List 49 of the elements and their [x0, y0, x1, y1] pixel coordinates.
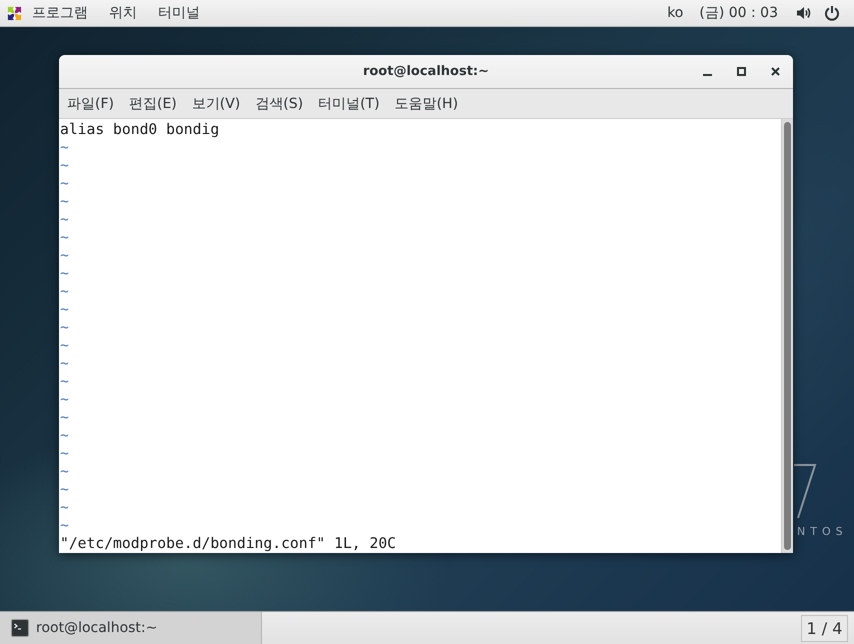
empty-line-marker: ~ [60, 481, 69, 499]
empty-line-marker: ~ [60, 427, 69, 445]
empty-line-marker: ~ [60, 265, 69, 283]
power-icon[interactable] [824, 5, 840, 21]
terminal-area[interactable]: alias bond0 bondig ~ ~ ~ ~ ~ ~ ~ ~ ~ ~ ~ ~ ~ ~ ~ ~ ~ ~ ~ ~ ~ ~ "/etc/modprobe.d/bonding.conf" 1L, 20C [59, 119, 781, 553]
empty-line-marker: ~ [60, 517, 69, 535]
window-title: root@localhost:~ [362, 64, 490, 79]
taskbar-button[interactable]: root@localhost:~ [0, 612, 262, 644]
menu-item[interactable]: 도움말(H) [390, 92, 462, 114]
top-menu-item[interactable]: 위치 [107, 3, 139, 23]
volume-icon[interactable] [796, 5, 812, 21]
empty-line-marker: ~ [60, 301, 69, 319]
empty-line-marker: ~ [60, 391, 69, 409]
empty-line-marker: ~ [60, 445, 69, 463]
status-message: "/etc/modprobe.d/bonding.conf" 1L, 20C [60, 535, 396, 553]
menu-item[interactable]: 보기(V) [188, 92, 244, 114]
empty-line-marker: ~ [60, 211, 69, 229]
logo-drawing [794, 463, 818, 519]
wallpaper-logo-text: NTOS [797, 525, 848, 538]
empty-line-marker: ~ [60, 175, 69, 193]
top-menu-item[interactable]: 터미널 [156, 3, 202, 23]
menu-item[interactable]: 터미널(T) [314, 92, 384, 114]
empty-line-marker: ~ [60, 319, 69, 337]
keyboard-layout[interactable]: ko [667, 5, 684, 21]
scrollbar-thumb[interactable] [784, 122, 791, 550]
menu-item[interactable]: 편집(E) [124, 92, 181, 114]
empty-line-marker: ~ [60, 337, 69, 355]
workspace-indicator[interactable]: 1 / 4 [801, 615, 848, 642]
empty-line-marker: ~ [60, 409, 69, 427]
close-icon [770, 67, 780, 76]
empty-line-marker: ~ [60, 463, 69, 481]
empty-line-marker: ~ [60, 139, 69, 157]
empty-line-marker: ~ [60, 229, 69, 247]
empty-line-marker: ~ [60, 355, 69, 373]
top-menu-item[interactable]: 프로그램 [30, 3, 90, 23]
empty-line-marker: ~ [60, 193, 69, 211]
minimize-icon [702, 74, 712, 76]
empty-line-marker: ~ [60, 499, 69, 517]
terminal-line: alias bond0 bondig [60, 121, 220, 139]
menu-item[interactable]: 파일(F) [63, 92, 118, 114]
empty-line-marker: ~ [60, 283, 69, 301]
empty-line-marker: ~ [60, 247, 69, 265]
empty-line-marker: ~ [60, 373, 69, 391]
empty-line-marker: ~ [60, 157, 69, 175]
terminal-icon [11, 619, 29, 637]
logo-icon[interactable] [7, 6, 22, 20]
clock[interactable]: (금) 00 : 03 [699, 4, 778, 22]
menu-item[interactable]: 검색(S) [251, 92, 308, 114]
maximize-icon [736, 67, 746, 76]
